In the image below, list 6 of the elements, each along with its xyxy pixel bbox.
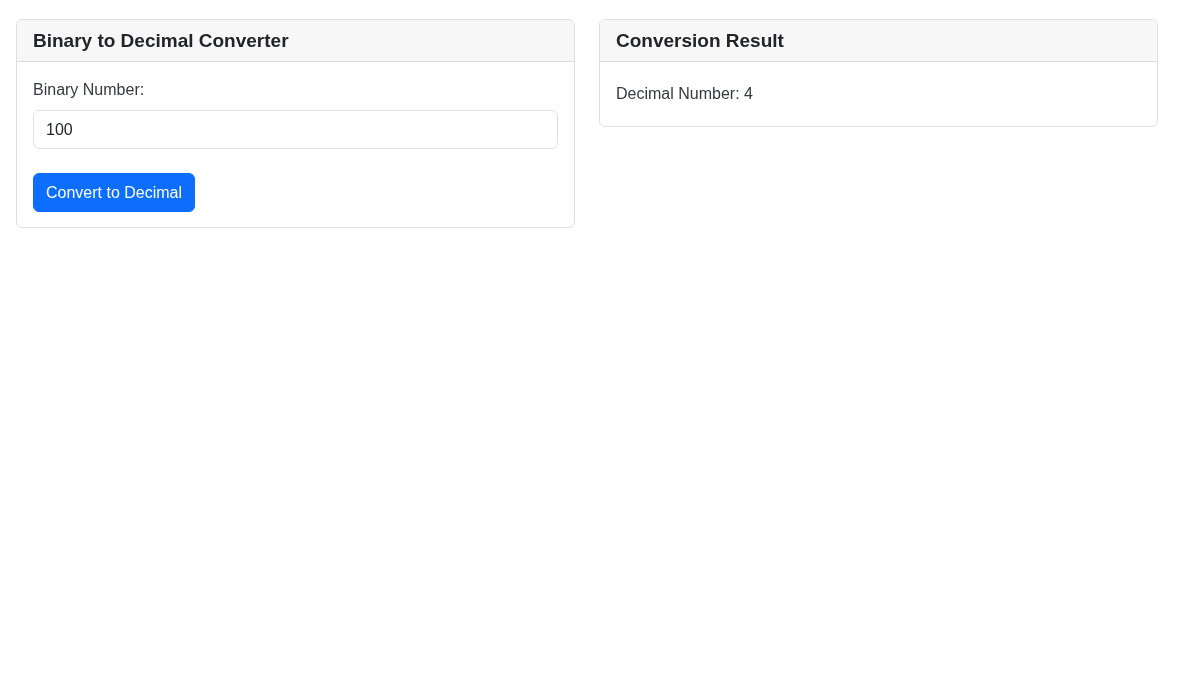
card-title: Conversion Result	[616, 29, 784, 52]
input-field[interactable]: 100	[33, 110, 558, 149]
field-label: Binary Number:	[33, 80, 145, 100]
result-text: Decimal Number: 4	[616, 84, 754, 104]
convert-button[interactable]: Convert to Decimal	[33, 173, 196, 212]
card-title: Binary to Decimal Converter	[33, 29, 289, 52]
